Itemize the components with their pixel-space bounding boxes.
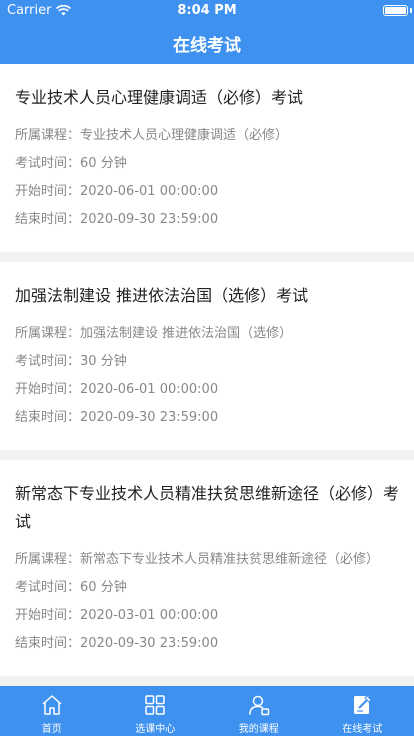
exam-end-row: 结束时间： 2020-09-30 23:59:00: [15, 404, 399, 432]
page-title: 在线考试: [173, 36, 241, 56]
end-label: 结束时间：: [15, 212, 81, 227]
exam-end-row: 结束时间： 2020-09-30 23:59:00: [15, 630, 399, 658]
status-bar: Carrier 8:04 PM: [0, 0, 414, 20]
tab-label: 首页: [41, 724, 62, 735]
header: Carrier 8:04 PM 在线考试: [0, 0, 414, 64]
start-value: 2020-06-01 00:00:00: [80, 184, 219, 199]
exam-start-row: 开始时间： 2020-06-01 00:00:00: [15, 178, 399, 206]
end-label: 结束时间：: [15, 410, 81, 425]
course-value: 加强法制建设 推进依法治国（选修）: [80, 326, 293, 341]
exam-title: 专业技术人员心理健康调适（必修）考试: [15, 88, 304, 107]
tab-online-exam[interactable]: 在线考试: [311, 686, 414, 736]
exam-icon: [354, 695, 372, 714]
exam-title: 新常态下专业技术人员精准扶贫思维新途径（必修）考试: [15, 484, 400, 531]
course-value: 新常态下专业技术人员精准扶贫思维新途径（必修）: [80, 552, 380, 567]
start-label: 开始时间：: [15, 382, 81, 397]
tab-course-center[interactable]: 选课中心: [104, 686, 208, 736]
exam-start-row: 开始时间： 2020-06-01 00:00:00: [15, 376, 399, 404]
course-label: 所属课程：: [15, 128, 81, 143]
tab-label: 选课中心: [135, 724, 176, 735]
exam-duration-row: 考试时间： 60 分钟: [15, 150, 399, 178]
course-label: 所属课程：: [15, 326, 81, 341]
start-label: 开始时间：: [15, 184, 81, 199]
duration-label: 考试时间：: [15, 580, 81, 595]
status-time: 8:04 PM: [177, 3, 237, 18]
user-icon: [249, 695, 269, 716]
exam-duration-row: 考试时间： 30 分钟: [15, 348, 399, 376]
duration-value: 60 分钟: [80, 156, 127, 171]
start-label: 开始时间：: [15, 608, 81, 623]
exam-card[interactable]: 新常态下专业技术人员精准扶贫思维新途径（必修）考试 所属课程： 新常态下专业技术…: [0, 460, 414, 676]
tab-home[interactable]: 首页: [0, 686, 104, 736]
exam-start-row: 开始时间： 2020-03-01 00:00:00: [15, 602, 399, 630]
duration-label: 考试时间：: [15, 354, 81, 369]
exam-duration-row: 考试时间： 60 分钟: [15, 574, 399, 602]
battery-icon: [383, 5, 408, 16]
start-value: 2020-03-01 00:00:00: [80, 608, 219, 623]
exam-card[interactable]: 专业技术人员心理健康调适（必修）考试 所属课程： 专业技术人员心理健康调适（必修…: [0, 64, 414, 252]
end-value: 2020-09-30 23:59:00: [80, 212, 219, 227]
exam-course-row: 所属课程： 加强法制建设 推进依法治国（选修）: [15, 320, 399, 348]
end-value: 2020-09-30 23:59:00: [80, 636, 219, 651]
battery-tip: [410, 8, 412, 13]
course-label: 所属课程：: [15, 552, 81, 567]
course-value: 专业技术人员心理健康调适（必修）: [80, 128, 289, 143]
tab-bar: 首页 选课中心 我的课程 在线考试: [0, 686, 414, 736]
exam-card[interactable]: 加强法制建设 推进依法治国（选修）考试 所属课程： 加强法制建设 推进依法治国（…: [0, 262, 414, 450]
grid-icon: [145, 695, 165, 715]
tab-label: 我的课程: [238, 724, 279, 735]
duration-value: 30 分钟: [80, 354, 127, 369]
duration-value: 60 分钟: [80, 580, 127, 595]
start-value: 2020-06-01 00:00:00: [80, 382, 219, 397]
exam-course-row: 所属课程： 专业技术人员心理健康调适（必修）: [15, 122, 399, 150]
home-icon: [42, 695, 62, 715]
duration-label: 考试时间：: [15, 156, 81, 171]
exam-end-row: 结束时间： 2020-09-30 23:59:00: [15, 206, 399, 234]
tab-label: 在线考试: [342, 724, 383, 735]
exam-title: 加强法制建设 推进依法治国（选修）考试: [15, 286, 309, 305]
end-value: 2020-09-30 23:59:00: [80, 410, 219, 425]
exam-list[interactable]: 专业技术人员心理健康调适（必修）考试 所属课程： 专业技术人员心理健康调适（必修…: [0, 64, 414, 686]
exam-course-row: 所属课程： 新常态下专业技术人员精准扶贫思维新途径（必修）: [15, 546, 399, 574]
tab-my-courses[interactable]: 我的课程: [207, 686, 311, 736]
battery-fill: [385, 7, 406, 14]
end-label: 结束时间：: [15, 636, 81, 651]
